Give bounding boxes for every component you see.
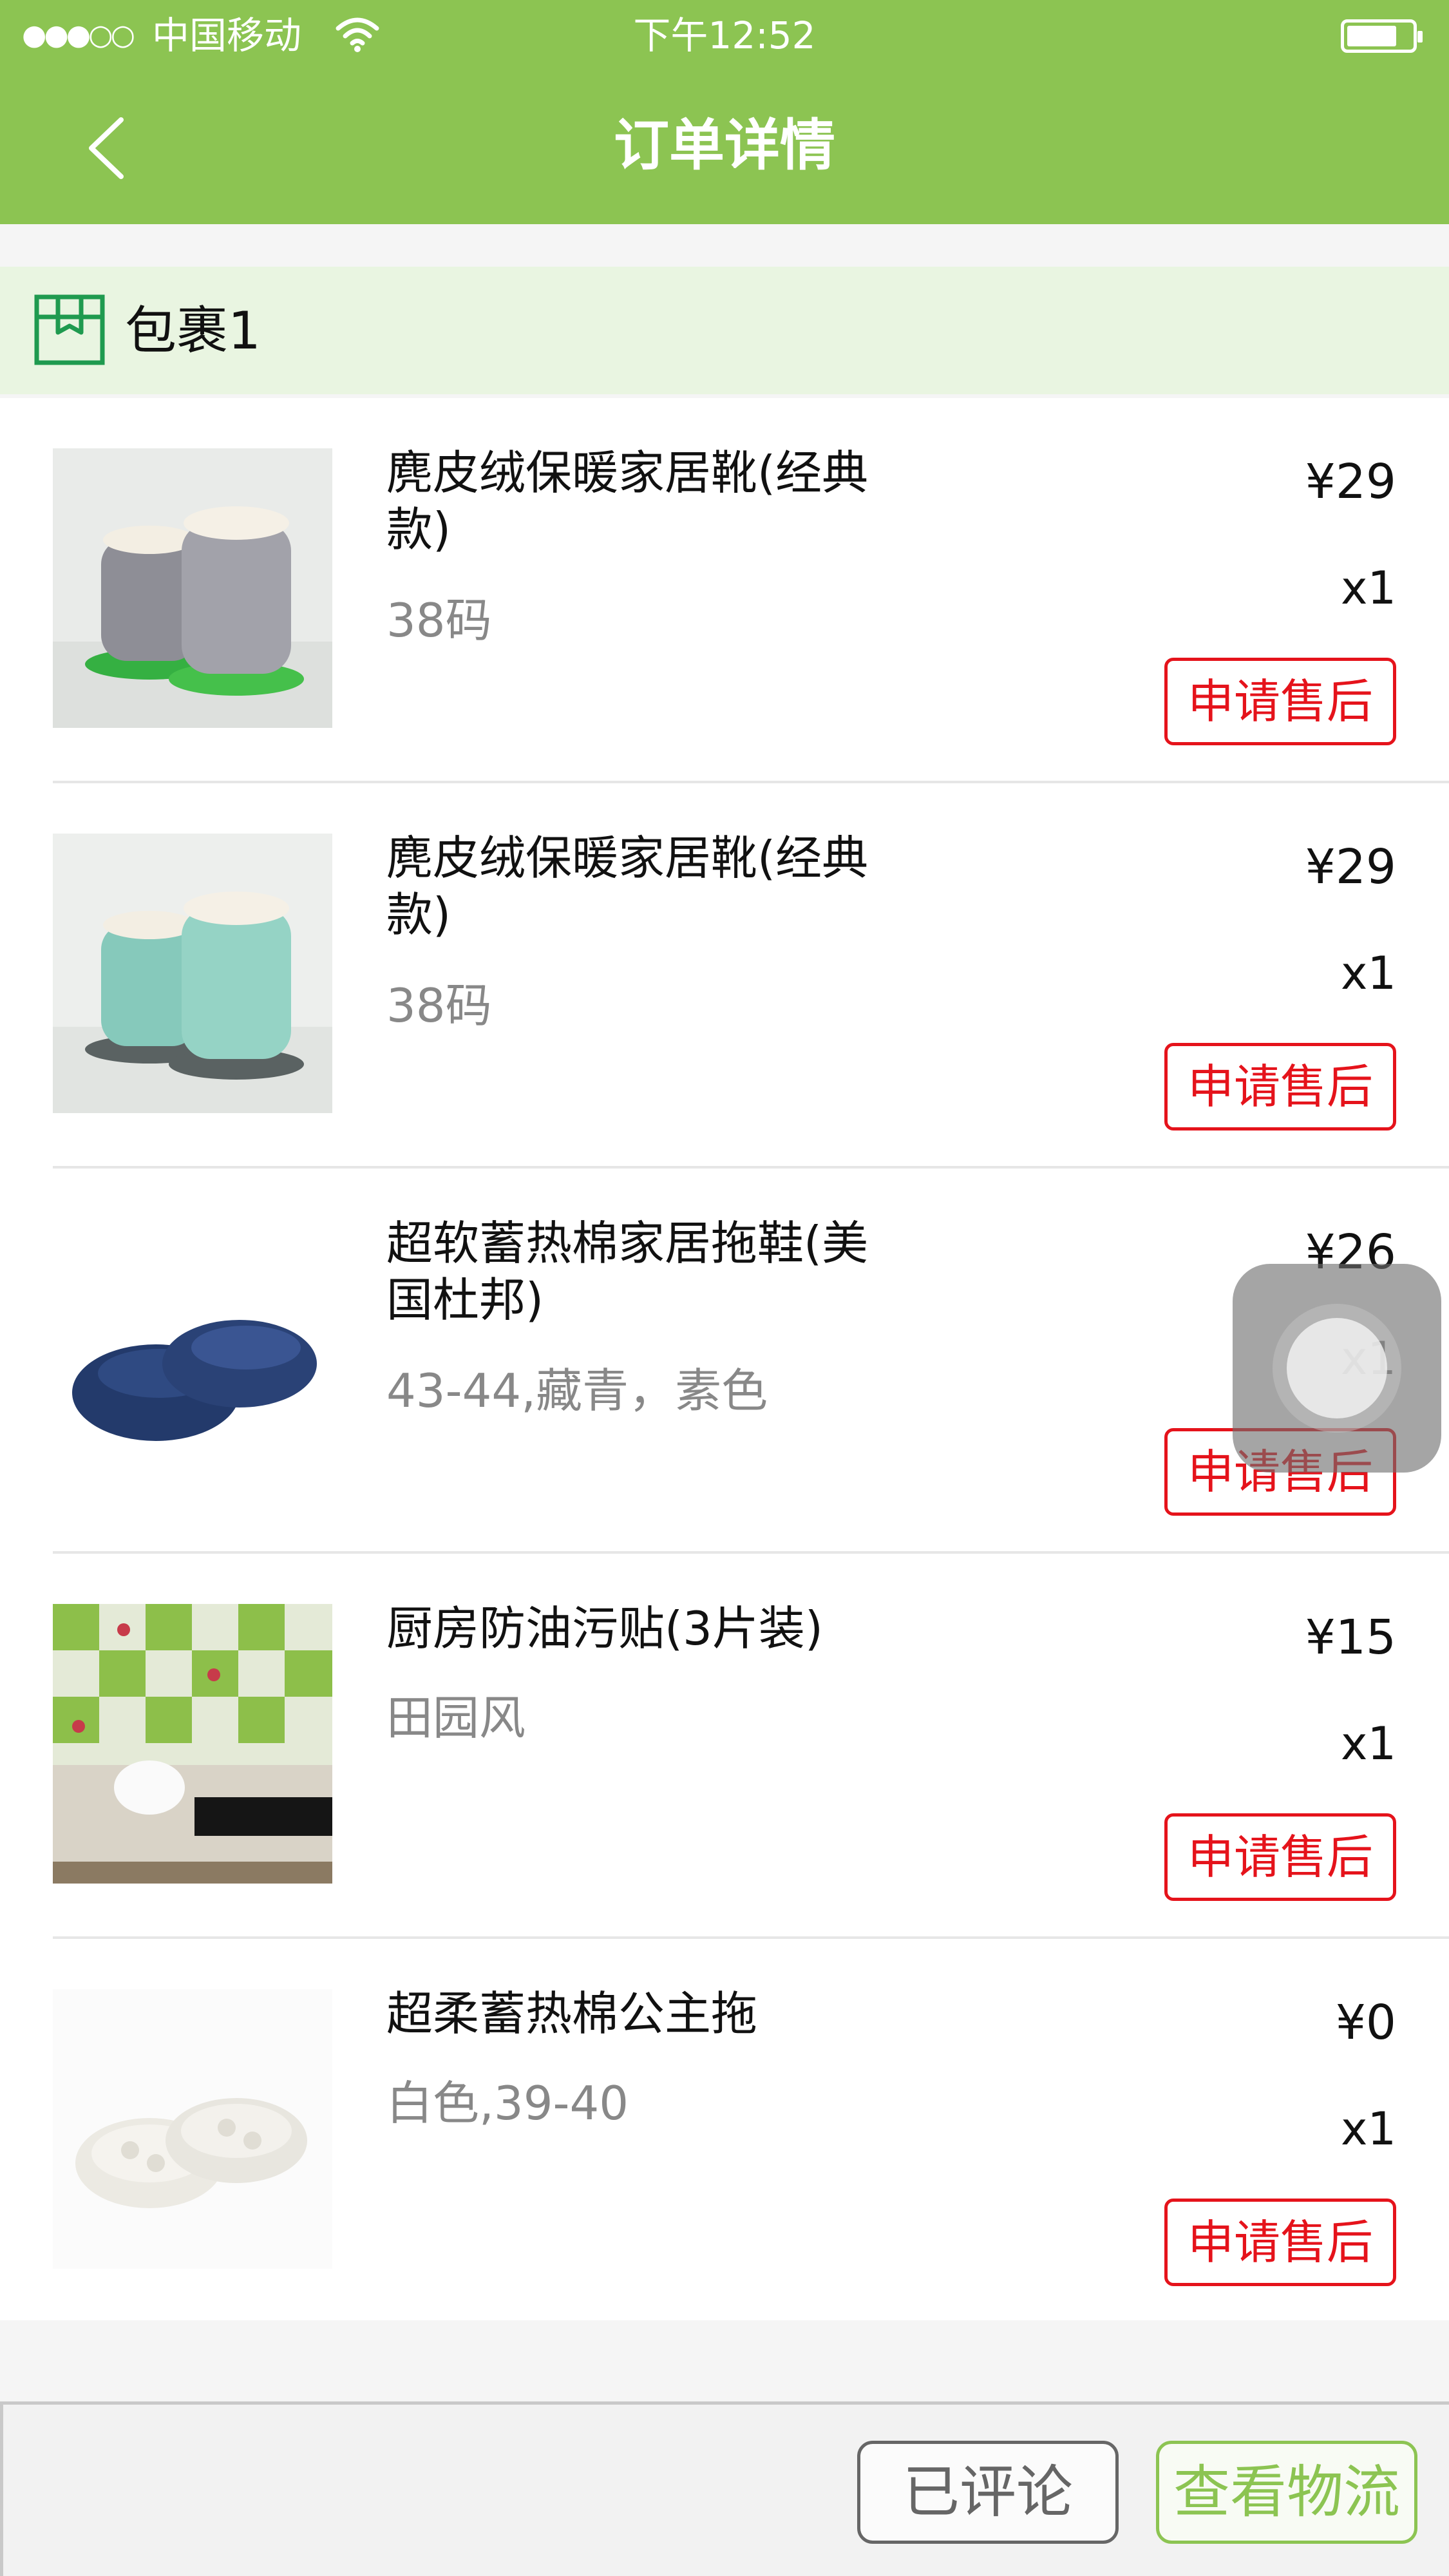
product-spec: 43-44,藏青，素色 — [386, 1364, 768, 1418]
product-image-navy-slippers — [53, 1219, 332, 1498]
product-spec: 38码 — [386, 978, 492, 1033]
product-price: ¥15 — [1305, 1610, 1396, 1665]
app-header: ●●●○○ 中国移动 下午12:52 订单详情 — [0, 0, 1449, 224]
assistive-touch-center — [1287, 1318, 1387, 1418]
reviewed-button[interactable]: 已评论 — [857, 2441, 1119, 2544]
product-name: 麂皮绒保暖家居靴(经典款) — [386, 831, 869, 942]
assistive-touch-button[interactable] — [1233, 1264, 1441, 1473]
after-sale-button[interactable]: 申请售后 — [1164, 1813, 1396, 1901]
product-image-white-slippers — [53, 1989, 332, 2269]
after-sale-button[interactable]: 申请售后 — [1164, 2199, 1396, 2286]
nav-bar: 订单详情 — [0, 71, 1449, 224]
product-name: 麂皮绒保暖家居靴(经典款) — [386, 446, 869, 557]
product-image-kitchen-stickers — [53, 1604, 332, 1884]
list-item[interactable]: 超软蓄热棉家居拖鞋(美国杜邦) 43-44,藏青，素色 ¥26 x1 申请售后 — [0, 1169, 1449, 1554]
product-name: 超柔蓄热棉公主拖 — [386, 1987, 758, 2041]
status-bar: ●●●○○ 中国移动 下午12:52 — [0, 0, 1449, 71]
product-quantity: x1 — [1341, 2103, 1396, 2155]
product-spec: 田园风 — [386, 1691, 526, 1745]
status-time: 下午12:52 — [633, 14, 816, 57]
product-spec: 白色,39-40 — [386, 2076, 629, 2130]
product-image-grey-boots — [53, 448, 332, 728]
package-header: 包裹1 — [0, 267, 1449, 394]
product-quantity: x1 — [1341, 947, 1396, 1000]
page-title: 订单详情 — [614, 113, 835, 178]
battery-icon — [1341, 19, 1423, 53]
bottom-action-bar: 已评论 查看物流 — [0, 2401, 1449, 2576]
list-item[interactable]: 麂皮绒保暖家居靴(经典款) 38码 ¥29 x1 申请售后 — [0, 783, 1449, 1169]
after-sale-button[interactable]: 申请售后 — [1164, 658, 1396, 745]
product-image-mint-boots — [53, 834, 332, 1113]
package-icon — [34, 294, 105, 365]
product-price: ¥29 — [1305, 839, 1396, 895]
product-price: ¥0 — [1335, 1995, 1396, 2050]
product-name: 厨房防油污贴(3片装) — [386, 1601, 823, 1655]
after-sale-button[interactable]: 申请售后 — [1164, 1043, 1396, 1131]
product-price: ¥29 — [1305, 454, 1396, 510]
product-spec: 38码 — [386, 593, 492, 647]
product-quantity: x1 — [1341, 562, 1396, 615]
product-quantity: x1 — [1341, 1717, 1396, 1770]
view-logistics-button[interactable]: 查看物流 — [1156, 2441, 1417, 2544]
list-item[interactable]: 超柔蓄热棉公主拖 白色,39-40 ¥0 x1 申请售后 — [0, 1939, 1449, 2324]
product-name: 超软蓄热棉家居拖鞋(美国杜邦) — [386, 1216, 869, 1327]
order-item-list: 麂皮绒保暖家居靴(经典款) 38码 ¥29 x1 申请售后 麂皮绒保暖家居靴(经… — [0, 398, 1449, 2320]
list-item[interactable]: 麂皮绒保暖家居靴(经典款) 38码 ¥29 x1 申请售后 — [0, 398, 1449, 783]
package-label: 包裹1 — [125, 301, 261, 361]
list-item[interactable]: 厨房防油污贴(3片装) 田园风 ¥15 x1 申请售后 — [0, 1554, 1449, 1939]
